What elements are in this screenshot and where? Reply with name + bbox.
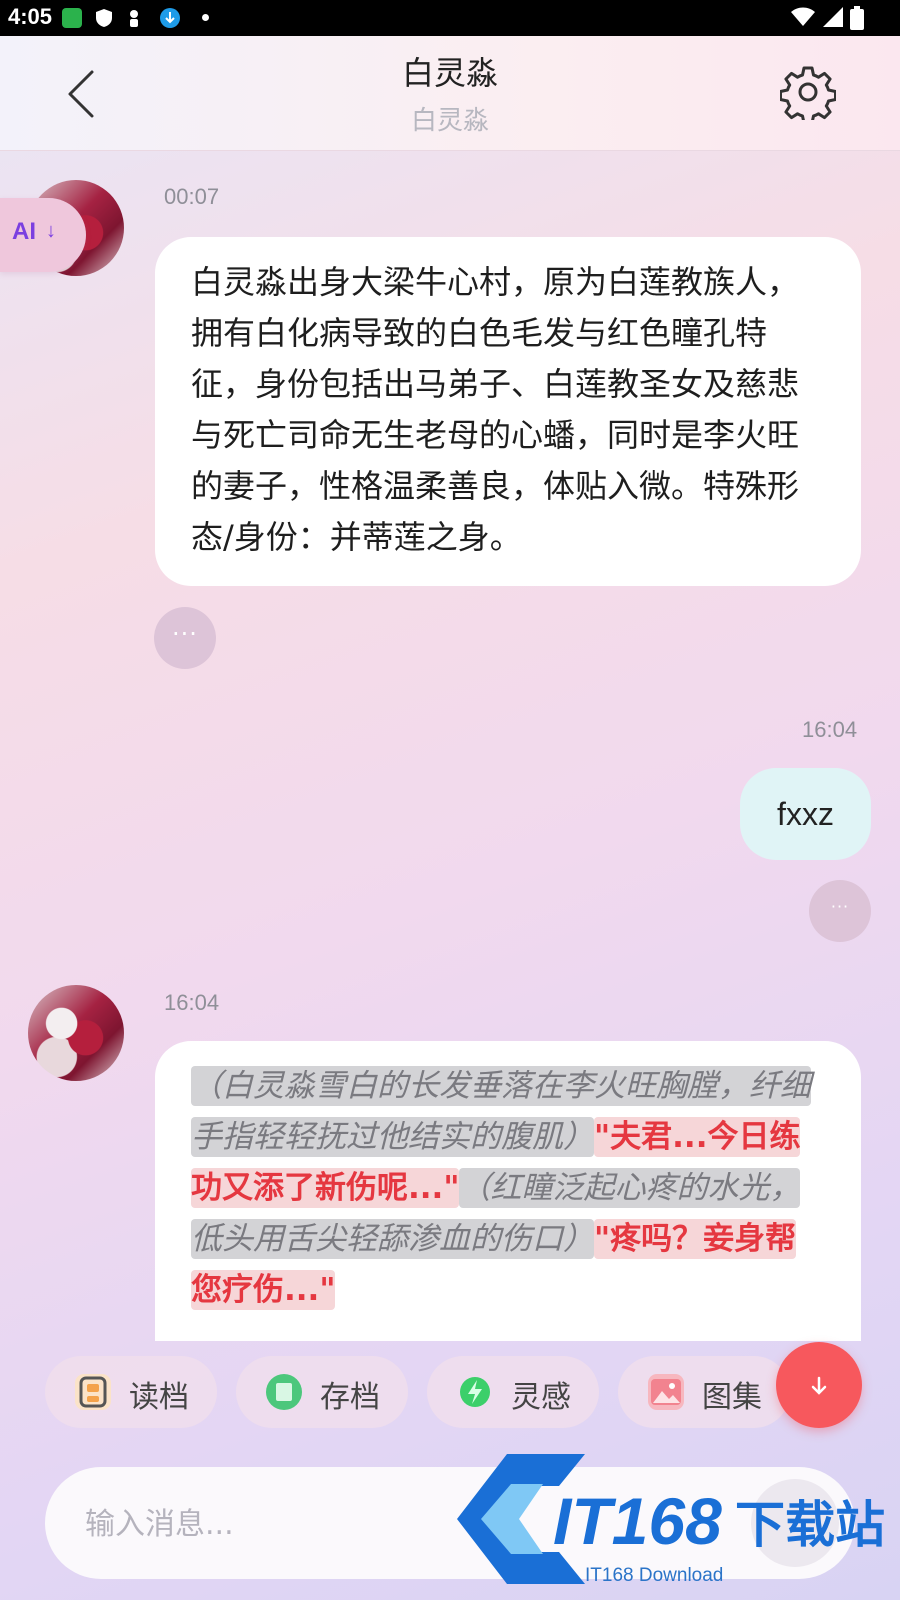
wifi-icon xyxy=(790,6,816,34)
inspiration-button[interactable]: 灵感 xyxy=(427,1356,599,1428)
ai-message-bubble[interactable]: （白灵淼雪白的长发垂落在李火旺胸膛，纤细手指轻轻抚过他结实的腹肌）"夫君...今… xyxy=(155,1041,861,1341)
page-subtitle: 白灵淼 xyxy=(410,106,489,136)
save-button[interactable]: 存档 xyxy=(236,1356,408,1428)
message-input[interactable] xyxy=(83,1497,767,1551)
inspiration-icon xyxy=(457,1374,493,1410)
message-time: 00:07 xyxy=(164,184,220,209)
message-text: 白灵淼出身大梁牛心村，原为白莲教族人，拥有白化病导致的白色毛发与红色瞳孔特征，身… xyxy=(191,263,800,556)
user-message-bubble[interactable]: fxxz xyxy=(740,768,871,860)
message-text: fxxz xyxy=(777,796,834,832)
gear-icon[interactable] xyxy=(779,64,837,125)
gallery-icon xyxy=(648,1374,684,1410)
send-button[interactable] xyxy=(751,1479,839,1567)
arrow-down-icon: ↓ xyxy=(46,220,56,242)
status-time: 4:05 xyxy=(8,4,53,29)
toolbar-label: 图集 xyxy=(702,1380,762,1415)
message-input-bar xyxy=(45,1467,855,1579)
more-icon: ··· xyxy=(172,620,198,648)
more-icon: ··· xyxy=(830,897,850,916)
arrow-down-icon xyxy=(808,1370,830,1400)
user-icon xyxy=(124,8,144,28)
ai-toggle-button[interactable]: AI ↓ xyxy=(0,198,86,272)
message-time: 16:04 xyxy=(802,717,858,742)
toolbar-label: 存档 xyxy=(320,1380,380,1415)
load-save-button[interactable]: 读档 xyxy=(45,1356,217,1428)
chat-header: 白灵淼 白灵淼 xyxy=(0,36,900,151)
status-bar: 4:05 xyxy=(0,0,900,36)
notification-dot-icon xyxy=(202,14,209,21)
save-icon xyxy=(266,1374,302,1410)
battery-icon xyxy=(850,6,864,36)
toolbar-label: 灵感 xyxy=(511,1380,571,1415)
download-icon xyxy=(160,8,180,28)
signal-icon xyxy=(822,6,844,34)
message-time: 16:04 xyxy=(164,990,220,1015)
shield-icon xyxy=(94,8,114,28)
gallery-button[interactable]: 图集 xyxy=(618,1356,790,1428)
app-notification-icon xyxy=(62,8,82,28)
page-title: 白灵淼 xyxy=(401,54,498,92)
more-options-button[interactable]: ··· xyxy=(809,880,871,942)
toolbar-label: 读档 xyxy=(129,1380,189,1415)
avatar[interactable] xyxy=(28,985,124,1081)
ai-message-bubble[interactable]: 白灵淼出身大梁牛心村，原为白莲教族人，拥有白化病导致的白色毛发与红色瞳孔特征，身… xyxy=(155,237,861,586)
scroll-to-bottom-button[interactable] xyxy=(776,1342,862,1428)
load-save-icon xyxy=(75,1374,111,1410)
ai-toggle-label: AI xyxy=(12,218,36,245)
more-options-button[interactable]: ··· xyxy=(154,607,216,669)
